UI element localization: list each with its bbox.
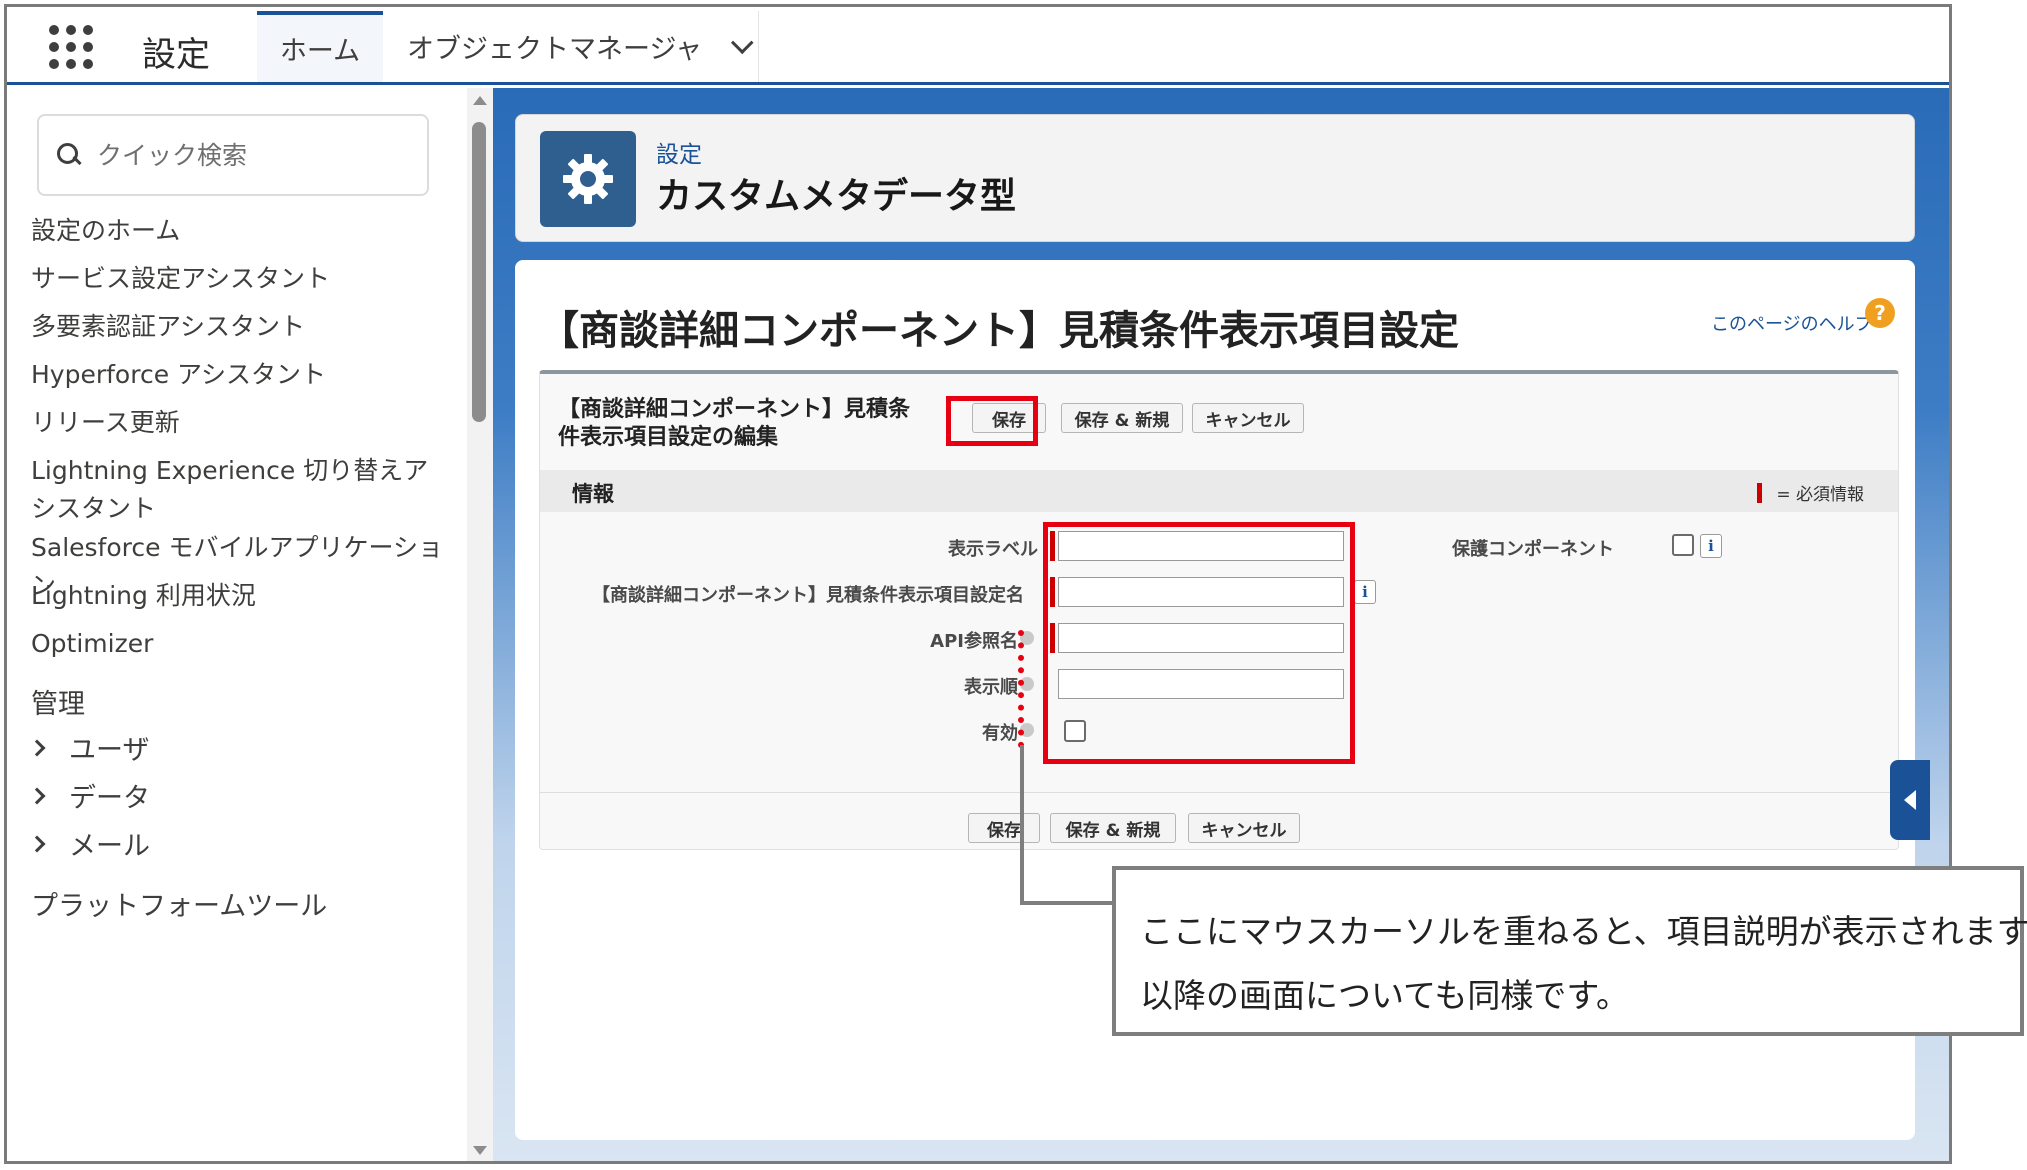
setup-sidebar: 設定のホーム サービス設定アシスタント 多要素認証アシスタント Hyperfor…: [7, 88, 493, 1161]
global-header: 設定 ホーム オブジェクトマネージャ: [7, 7, 1949, 85]
page-title: カスタムメタデータ型: [656, 176, 1017, 217]
sidebar-item-setup-home[interactable]: 設定のホーム: [31, 212, 461, 250]
quick-find-input[interactable]: [97, 140, 397, 170]
app-launcher-icon[interactable]: [49, 25, 93, 69]
record-title: 【商談詳細コンポーネント】見積条件表示項目設定: [539, 308, 1459, 354]
required-legend-text: = 必須情報: [1776, 485, 1864, 505]
field-label-active: 有効: [982, 723, 1018, 744]
info-icon[interactable]: i: [1700, 534, 1722, 558]
field-label-display-label: 表示ラベル: [948, 539, 1038, 560]
callout-box: ここにマウスカーソルを重ねると、項目説明が表示されます。 以降の画面についても同…: [1112, 866, 2027, 1036]
field-label-protected-component: 保護コンポーネント: [1452, 539, 1614, 560]
help-link[interactable]: このページのヘルプ: [1711, 310, 1873, 336]
header-kicker: 設定: [656, 142, 702, 168]
footer-cancel-button[interactable]: キャンセル: [1188, 813, 1300, 843]
protected-component-checkbox[interactable]: [1672, 534, 1694, 556]
sidebar-item-optimizer[interactable]: Optimizer: [31, 625, 461, 663]
field-label-display-order: 表示順: [964, 677, 1018, 698]
callout-line-1: ここにマウスカーソルを重ねると、項目説明が表示されます。: [1140, 912, 2027, 951]
section-title: 情報: [572, 482, 614, 506]
scroll-up-icon[interactable]: [473, 96, 487, 105]
save-and-new-button[interactable]: 保存 & 新規: [1061, 403, 1183, 433]
edit-heading: 【商談詳細コンポーネント】見積条件表示項目設定の編集: [558, 397, 911, 450]
sidebar-group-users[interactable]: ユーザ: [28, 728, 150, 767]
sidebar-group-label: メール: [69, 831, 150, 862]
chevron-right-icon: [28, 739, 46, 756]
sidebar-group-label: ユーザ: [69, 735, 150, 766]
field-label-record-name: 【商談詳細コンポーネント】見積条件表示項目設定名: [592, 585, 1024, 606]
scrollbar-thumb[interactable]: [472, 122, 486, 422]
tab-object-manager-label: オブジェクトマネージャ: [407, 34, 703, 65]
tab-object-manager[interactable]: オブジェクトマネージャ: [385, 11, 759, 82]
field-label-api-name: API参照名: [930, 631, 1018, 652]
help-icon[interactable]: ?: [1865, 298, 1895, 328]
side-panel-toggle[interactable]: [1890, 760, 1930, 840]
sidebar-group-email[interactable]: メール: [28, 824, 150, 863]
sidebar-group-label: データ: [69, 783, 150, 814]
sidebar-section-platform-tools: プラットフォームツール: [31, 891, 328, 922]
sidebar-item-service-setup[interactable]: サービス設定アシスタント: [31, 260, 461, 298]
app-title: 設定: [142, 35, 210, 75]
section-header: 情報 = 必須情報: [540, 470, 1898, 512]
required-marker: [1757, 482, 1763, 503]
quick-find[interactable]: [37, 114, 429, 196]
info-icon[interactable]: i: [1354, 580, 1376, 604]
footer-divider: [540, 792, 1898, 793]
help-icons-highlight: [1018, 630, 1024, 748]
gear-icon: [540, 131, 636, 227]
input-fields-highlight: [1043, 522, 1355, 764]
page-header: 設定 カスタムメタデータ型: [515, 114, 1915, 242]
scroll-down-icon[interactable]: [473, 1146, 487, 1155]
tab-home-label: ホーム: [279, 36, 361, 67]
sidebar-scrollbar[interactable]: [467, 88, 493, 1161]
sidebar-item-lightning-transition[interactable]: Lightning Experience 切り替えアシスタント: [31, 452, 451, 528]
search-icon: [57, 143, 81, 167]
callout-line-2: 以降の画面についても同様です。: [1140, 976, 1630, 1015]
chevron-right-icon: [28, 787, 46, 804]
sidebar-item-mfa-assistant[interactable]: 多要素認証アシスタント: [31, 308, 461, 346]
tab-home[interactable]: ホーム: [257, 11, 383, 82]
cancel-button[interactable]: キャンセル: [1192, 403, 1304, 433]
chevron-left-icon: [1904, 790, 1916, 810]
save-button-highlight: [946, 396, 1038, 446]
chevron-right-icon: [28, 835, 46, 852]
sidebar-item-release-updates[interactable]: リリース更新: [31, 404, 461, 442]
sidebar-section-admin: 管理: [31, 689, 85, 720]
callout-connector: [1020, 745, 1116, 905]
sidebar-group-data[interactable]: データ: [28, 776, 150, 815]
required-legend: = 必須情報: [1757, 480, 1864, 505]
chevron-down-icon[interactable]: [731, 30, 754, 54]
sidebar-item-lightning-usage[interactable]: Lightning 利用状況: [31, 577, 461, 615]
sidebar-item-hyperforce[interactable]: Hyperforce アシスタント: [31, 356, 461, 394]
